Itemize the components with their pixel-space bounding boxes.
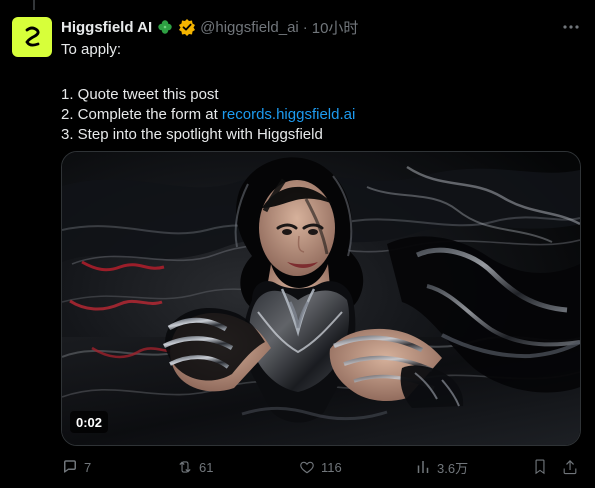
video-frame: [62, 152, 580, 445]
views-button[interactable]: 3.6万: [414, 455, 468, 479]
share-button[interactable]: [561, 455, 579, 479]
form-link[interactable]: records.higgsfield.ai: [222, 106, 355, 123]
heart-icon: [300, 461, 314, 474]
tweet-intro: To apply:: [61, 41, 122, 58]
separator: ·: [302, 18, 308, 36]
step-2-prefix: 2. Complete the form at: [61, 106, 222, 123]
tweet-actions: 7 61 116 3.6万: [61, 455, 581, 479]
reply-button[interactable]: 7: [61, 455, 91, 479]
view-count: 3.6万: [437, 460, 469, 476]
share-icon: [563, 459, 577, 475]
like-button[interactable]: 116: [298, 455, 342, 479]
step-3: 3. Step into the spotlight with Higgsfie…: [61, 126, 323, 143]
tweet-text: To apply: 1. Quote tweet this post 2. Co…: [61, 40, 576, 145]
thread-line: [33, 0, 35, 10]
avatar[interactable]: [12, 17, 52, 57]
step-2: 2. Complete the form at records.higgsfie…: [61, 105, 576, 125]
bookmark-button[interactable]: [531, 455, 549, 479]
verified-badge-icon[interactable]: [178, 18, 196, 36]
video-media[interactable]: 0:02: [61, 151, 581, 446]
tweet-header: Higgsfield AI @higgsfield_ai · 10小时: [61, 17, 358, 37]
retweet-count: 61: [199, 459, 214, 475]
views-icon: [417, 461, 429, 473]
display-name[interactable]: Higgsfield AI: [61, 19, 152, 36]
video-timestamp: 0:02: [70, 411, 109, 433]
reply-icon: [64, 460, 76, 473]
more-horizontal-icon[interactable]: [559, 15, 583, 39]
reply-count: 7: [84, 459, 92, 475]
post-time[interactable]: 10小时: [312, 17, 359, 38]
retweet-icon: [179, 461, 191, 473]
user-handle[interactable]: @higgsfield_ai: [200, 19, 299, 36]
retweet-button[interactable]: 61: [176, 455, 213, 479]
like-count: 116: [321, 459, 342, 475]
bookmark-icon: [535, 459, 545, 475]
clover-icon: [156, 18, 174, 36]
higgsfield-logo-icon: [25, 26, 40, 47]
step-1: 1. Quote tweet this post: [61, 86, 219, 103]
